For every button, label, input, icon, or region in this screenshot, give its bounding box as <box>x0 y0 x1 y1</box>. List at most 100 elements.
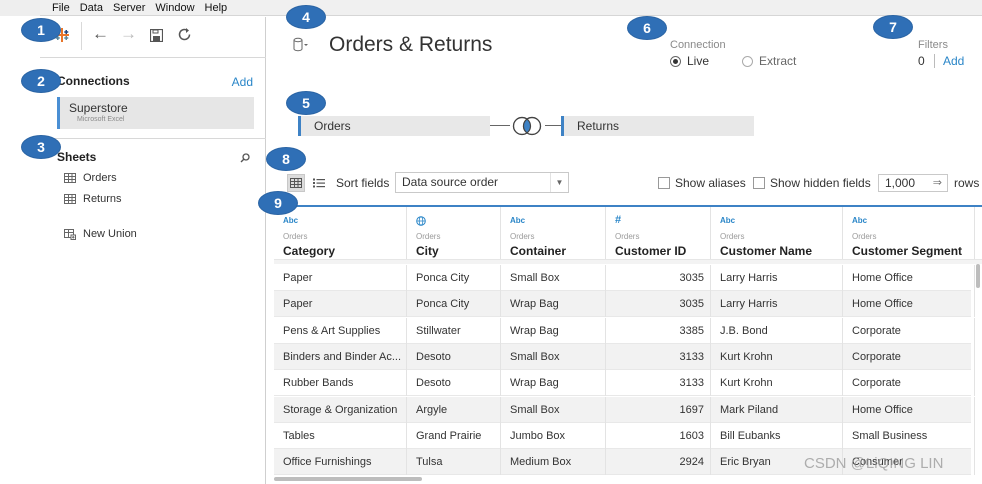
vertical-scrollbar[interactable] <box>976 264 980 288</box>
table-cell[interactable]: Tables <box>274 422 407 449</box>
string-type-icon[interactable]: Abc <box>720 216 735 225</box>
table-cell[interactable]: Ponca City <box>407 265 501 291</box>
table-cell[interactable]: Desoto <box>407 343 501 370</box>
table-row[interactable]: Tables Grand Prairie Jumbo Box 1603 Bill Eub… <box>274 422 975 449</box>
radio-selected-icon <box>670 55 681 67</box>
table-cell[interactable]: Grand Prairie <box>407 422 501 449</box>
table-cell[interactable]: Medium Box <box>501 449 606 476</box>
table-cell[interactable]: 2924 <box>606 449 711 476</box>
table-cell[interactable]: Paper <box>274 265 407 291</box>
table-cell[interactable]: Argyle <box>407 396 501 423</box>
column-header[interactable]: Abc Orders Customer Segment <box>843 207 975 259</box>
menu-window[interactable]: Window <box>150 1 199 15</box>
column-header[interactable]: Abc Orders Container <box>501 207 606 259</box>
column-source: Orders <box>416 232 441 241</box>
table-cell[interactable]: Storage & Organization <box>274 396 407 423</box>
menu-help[interactable]: Help <box>200 1 233 15</box>
number-type-icon[interactable]: # <box>615 214 621 226</box>
search-icon[interactable] <box>240 153 250 163</box>
table-cell[interactable]: Mark Piland <box>711 396 843 423</box>
table-cell[interactable]: 1697 <box>606 396 711 423</box>
new-union-item[interactable]: New Union <box>64 226 137 242</box>
globe-icon[interactable] <box>416 216 426 228</box>
extract-radio[interactable]: Extract <box>742 54 796 68</box>
table-row[interactable]: Paper Ponca City Small Box 3035 Larry Harris… <box>274 265 975 291</box>
connection-superstore[interactable]: Superstore Microsoft Excel <box>57 97 254 129</box>
column-header[interactable]: Orders City <box>407 207 501 259</box>
sheet-item-orders[interactable]: Orders <box>64 170 117 186</box>
table-cell[interactable]: Larry Harris <box>711 291 843 318</box>
horizontal-scrollbar[interactable] <box>274 477 422 481</box>
database-dropdown-icon[interactable] <box>293 37 309 53</box>
data-source-title[interactable]: Orders & Returns <box>329 33 492 57</box>
add-connection-link[interactable]: Add <box>232 75 253 89</box>
table-cell[interactable]: Home Office <box>843 265 975 291</box>
table-cell[interactable]: Small Box <box>501 265 606 291</box>
table-cell[interactable]: Rubber Bands <box>274 370 407 397</box>
table-cell[interactable]: Bill Eubanks <box>711 422 843 449</box>
add-filter-link[interactable]: Add <box>943 54 964 68</box>
table-cell[interactable]: Larry Harris <box>711 265 843 291</box>
table-cell[interactable]: Wrap Bag <box>501 291 606 318</box>
table-cell[interactable]: Stillwater <box>407 317 501 344</box>
table-row[interactable]: Storage & Organization Argyle Small Box 169… <box>274 396 975 423</box>
table-cell[interactable]: Jumbo Box <box>501 422 606 449</box>
table-cell[interactable]: Kurt Krohn <box>711 343 843 370</box>
table-cell[interactable]: Paper <box>274 291 407 318</box>
table-cell[interactable]: 3133 <box>606 370 711 397</box>
table-cell[interactable]: Tulsa <box>407 449 501 476</box>
table-cell[interactable]: Home Office <box>843 291 975 318</box>
table-cell[interactable]: J.B. Bond <box>711 317 843 344</box>
table-cell[interactable]: Binders and Binder Ac... <box>274 343 407 370</box>
table-cell[interactable]: 3035 <box>606 291 711 318</box>
table-cell[interactable]: Home Office <box>843 396 975 423</box>
table-cell[interactable]: Pens & Art Supplies <box>274 317 407 344</box>
menu-data[interactable]: Data <box>75 1 108 15</box>
table-cell[interactable]: Ponca City <box>407 291 501 318</box>
table-cell[interactable]: 1603 <box>606 422 711 449</box>
sheet-item-returns[interactable]: Returns <box>64 191 122 207</box>
column-header[interactable]: # Orders Customer ID <box>606 207 711 259</box>
table-cell[interactable]: 3035 <box>606 265 711 291</box>
string-type-icon[interactable]: Abc <box>852 216 867 225</box>
show-hidden-fields-label: Show hidden fields <box>770 176 871 190</box>
string-type-icon[interactable]: Abc <box>283 216 298 225</box>
table-cell[interactable]: Kurt Krohn <box>711 370 843 397</box>
menu-file[interactable]: File <box>47 1 75 15</box>
table-cell[interactable]: Small Business <box>843 422 975 449</box>
table-cell[interactable]: 3133 <box>606 343 711 370</box>
table-cell[interactable]: Corporate <box>843 343 975 370</box>
table-cell[interactable]: Desoto <box>407 370 501 397</box>
table-cell[interactable]: Small Box <box>501 396 606 423</box>
table-row[interactable]: Rubber Bands Desoto Wrap Bag 3133 Kurt Krohn… <box>274 370 975 397</box>
table-returns[interactable]: Returns <box>561 116 754 136</box>
sort-fields-dropdown[interactable]: Data source order ▼ <box>395 172 569 193</box>
table-cell[interactable]: Small Box <box>501 343 606 370</box>
table-cell[interactable]: Wrap Bag <box>501 317 606 344</box>
table-orders[interactable]: Orders <box>298 116 490 136</box>
table-row[interactable]: Pens & Art Supplies Stillwater Wrap Bag 338… <box>274 317 975 344</box>
rows-input[interactable]: 1,000 ⇒ <box>878 174 948 192</box>
show-aliases-checkbox[interactable]: Show aliases <box>658 176 746 190</box>
grid-view-button[interactable] <box>287 174 305 192</box>
table-row[interactable]: Paper Ponca City Wrap Bag 3035 Larry Harris H… <box>274 291 975 318</box>
table-cell[interactable]: Wrap Bag <box>501 370 606 397</box>
show-hidden-fields-checkbox[interactable]: Show hidden fields <box>753 176 871 190</box>
table-cell[interactable]: 3385 <box>606 317 711 344</box>
table-cell[interactable]: Corporate <box>843 370 975 397</box>
refresh-icon[interactable] <box>177 27 192 42</box>
back-arrow-icon[interactable]: ← <box>92 25 109 43</box>
list-view-button[interactable] <box>310 174 328 192</box>
column-header[interactable]: Abc Orders Customer Name <box>711 207 843 259</box>
save-icon[interactable] <box>150 29 163 42</box>
column-header[interactable]: Abc Orders Category <box>274 207 407 259</box>
inner-join-icon[interactable] <box>509 116 545 136</box>
menu-server[interactable]: Server <box>108 1 150 15</box>
table-cell[interactable]: Office Furnishings <box>274 449 407 476</box>
forward-arrow-icon[interactable]: → <box>120 25 137 43</box>
table-row[interactable]: Binders and Binder Ac... Desoto Small Box 3… <box>274 343 975 370</box>
table-cell[interactable]: Corporate <box>843 317 975 344</box>
arrow-right-icon[interactable]: ⇒ <box>933 175 942 191</box>
live-radio[interactable]: Live <box>670 54 709 68</box>
string-type-icon[interactable]: Abc <box>510 216 525 225</box>
